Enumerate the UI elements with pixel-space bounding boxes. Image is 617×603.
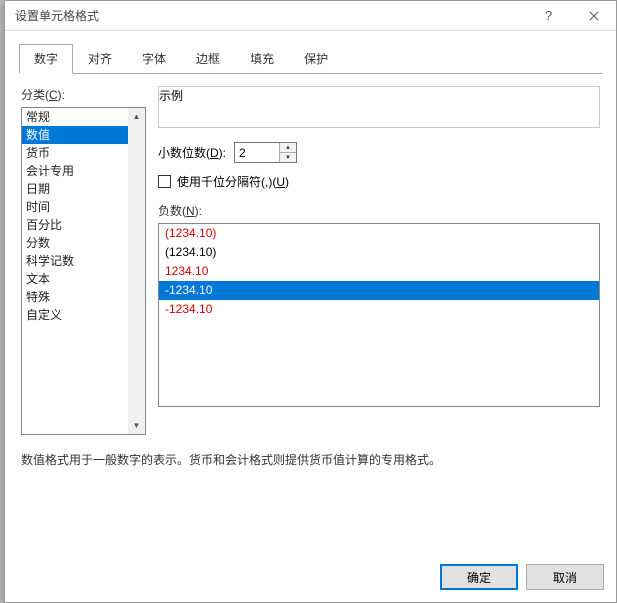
titlebar: 设置单元格格式 ? <box>5 1 616 31</box>
thousands-separator-checkbox[interactable] <box>158 175 171 188</box>
tabs: 数字对齐字体边框填充保护 <box>19 43 602 74</box>
example-groupbox: 示例 <box>158 86 600 128</box>
close-icon <box>589 11 599 21</box>
negative-format-item[interactable]: (1234.10) <box>159 243 599 262</box>
scroll-up-icon[interactable]: ▲ <box>128 108 145 125</box>
tab-0[interactable]: 数字 <box>19 44 73 74</box>
category-item[interactable]: 货币 <box>22 144 128 162</box>
category-listbox[interactable]: 常规数值货币会计专用日期时间百分比分数科学记数文本特殊自定义 ▲ ▼ <box>21 107 146 435</box>
category-item[interactable]: 百分比 <box>22 216 128 234</box>
tab-1[interactable]: 对齐 <box>73 44 127 74</box>
category-item[interactable]: 时间 <box>22 198 128 216</box>
negative-format-listbox[interactable]: (1234.10)(1234.10)1234.10-1234.10-1234.1… <box>158 223 600 407</box>
negative-format-item[interactable]: -1234.10 <box>159 281 599 300</box>
negative-label: 负数(N): <box>158 202 600 219</box>
decimal-places-label: 小数位数(D): <box>158 144 226 161</box>
help-icon: ? <box>545 8 552 23</box>
tab-4[interactable]: 填充 <box>235 44 289 74</box>
scrollbar[interactable]: ▲ ▼ <box>128 108 145 434</box>
format-description: 数值格式用于一般数字的表示。货币和会计格式则提供货币值计算的专用格式。 <box>21 451 600 468</box>
tab-2[interactable]: 字体 <box>127 44 181 74</box>
category-item[interactable]: 自定义 <box>22 306 128 324</box>
category-item[interactable]: 科学记数 <box>22 252 128 270</box>
ok-button[interactable]: 确定 <box>440 564 518 590</box>
tab-5[interactable]: 保护 <box>289 44 343 74</box>
scroll-down-icon[interactable]: ▼ <box>128 417 145 434</box>
dialog-footer: 确定 取消 <box>5 556 616 602</box>
category-item[interactable]: 文本 <box>22 270 128 288</box>
thousands-separator-label: 使用千位分隔符(,)(U) <box>177 173 289 190</box>
window-title: 设置单元格格式 <box>15 7 526 24</box>
scroll-track[interactable] <box>128 125 145 417</box>
cancel-button-label: 取消 <box>553 569 577 586</box>
negative-format-item[interactable]: -1234.10 <box>159 300 599 319</box>
spinner-down-icon[interactable]: ▼ <box>280 152 296 162</box>
close-button[interactable] <box>571 1 616 30</box>
category-item[interactable]: 常规 <box>22 108 128 126</box>
category-item[interactable]: 数值 <box>22 126 128 144</box>
negative-format-item[interactable]: (1234.10) <box>159 224 599 243</box>
cancel-button[interactable]: 取消 <box>526 564 604 590</box>
decimal-places-input[interactable] <box>235 143 279 162</box>
ok-button-label: 确定 <box>467 569 491 586</box>
category-item[interactable]: 日期 <box>22 180 128 198</box>
category-label: 分类(C): <box>21 86 146 103</box>
spinner-up-icon[interactable]: ▲ <box>280 143 296 152</box>
format-cells-dialog: 设置单元格格式 ? 数字对齐字体边框填充保护 分类(C): 常规数值货币会计专用… <box>4 0 617 603</box>
example-label: 示例 <box>159 89 183 103</box>
decimal-places-spinner[interactable]: ▲ ▼ <box>234 142 297 163</box>
tab-3[interactable]: 边框 <box>181 44 235 74</box>
category-item[interactable]: 特殊 <box>22 288 128 306</box>
category-item[interactable]: 会计专用 <box>22 162 128 180</box>
category-item[interactable]: 分数 <box>22 234 128 252</box>
negative-format-item[interactable]: 1234.10 <box>159 262 599 281</box>
help-button[interactable]: ? <box>526 1 571 30</box>
